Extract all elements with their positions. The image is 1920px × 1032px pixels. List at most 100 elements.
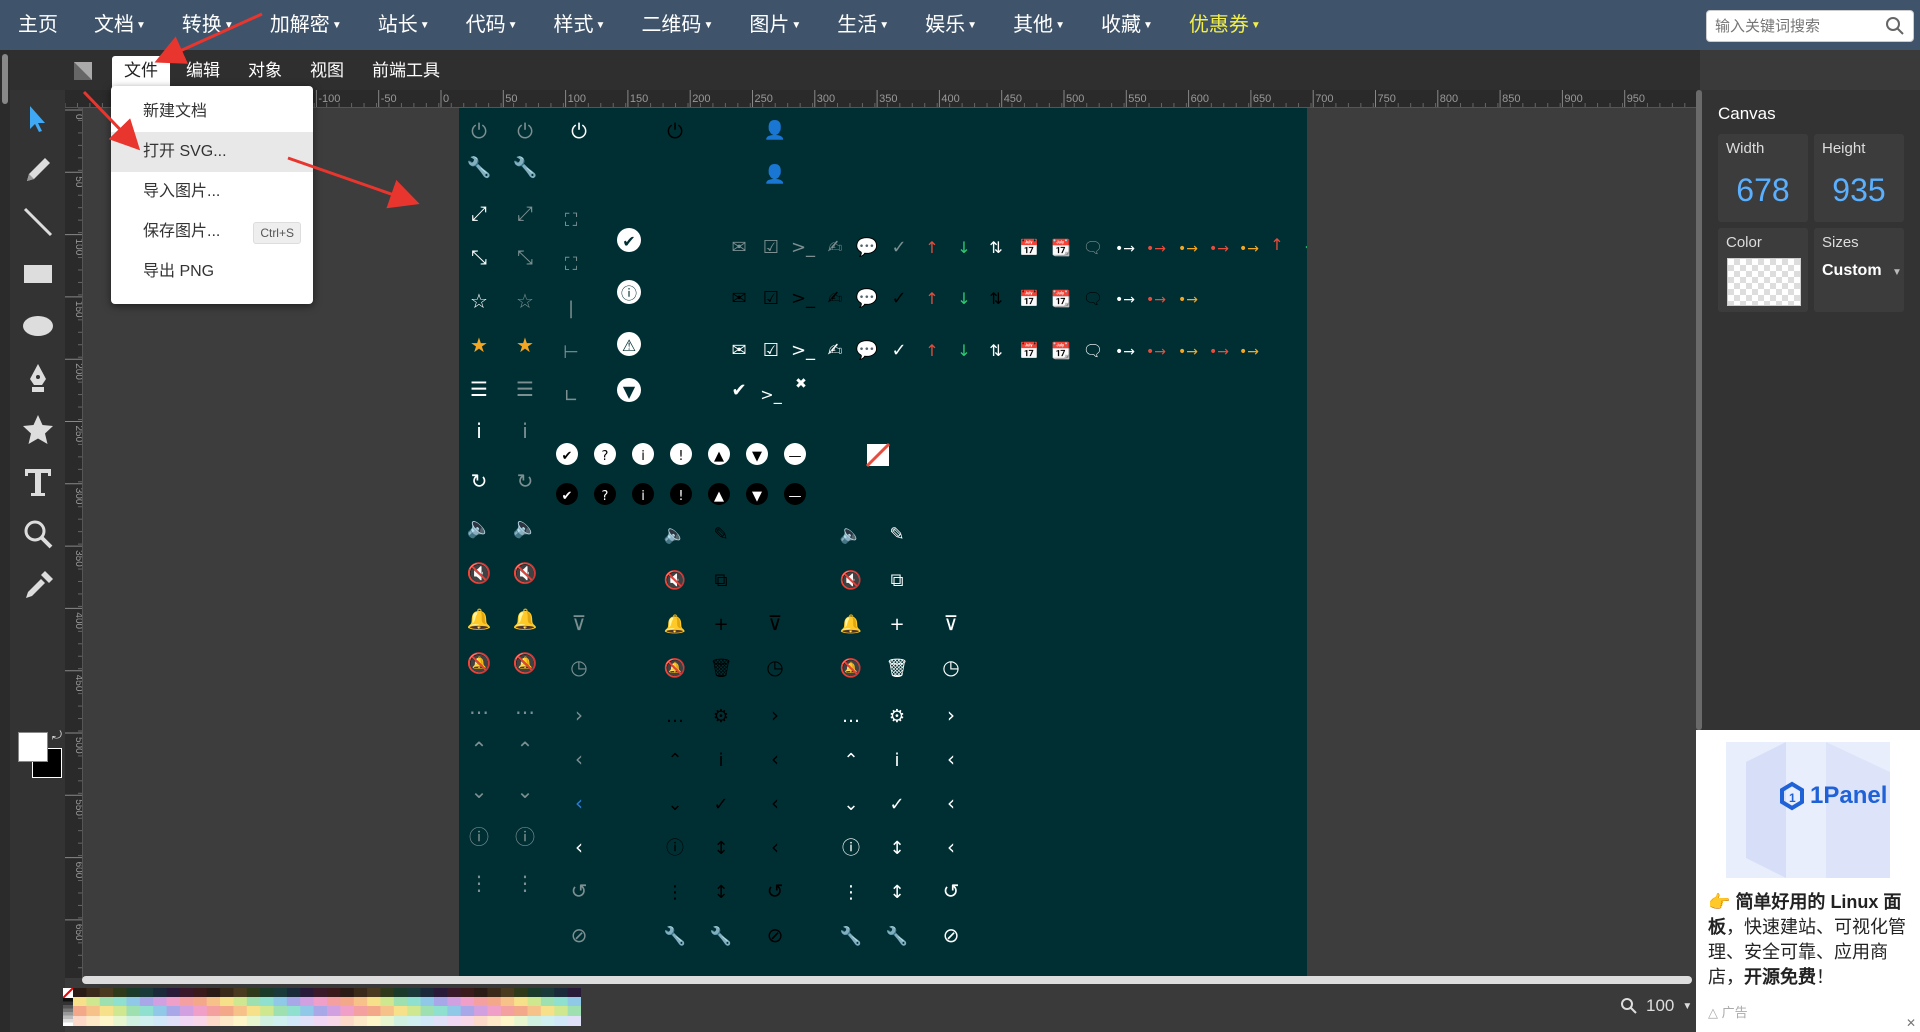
menu-0[interactable]: 文件 — [112, 56, 170, 90]
palette-swatch[interactable] — [554, 988, 569, 997]
palette-swatch[interactable] — [113, 997, 127, 1006]
palette-swatch[interactable] — [313, 1016, 328, 1026]
line-tool-icon[interactable] — [14, 198, 62, 246]
palette-swatch[interactable] — [353, 997, 368, 1006]
palette-swatch[interactable] — [260, 1006, 275, 1016]
palette-swatch[interactable] — [86, 997, 101, 1006]
palette-swatch[interactable] — [393, 988, 408, 997]
palette-swatch[interactable] — [447, 997, 462, 1006]
palette-swatch[interactable] — [220, 997, 234, 1006]
work-area[interactable]: ⏻ ⏻ 🔧 🔧 ⤢ ⤢ ⤡ ⤡ ☆ ☆ ★ ★ ☰ ☰ i i ↻ ↻ 🔈 🔈 🔇 🔇 🔔 🔔 🔕 🔕 … … ⌃ ⌃ ⌄ ⌄ ⓘ ⓘ ⋮ ⋮ ⏻ ⛶ ⛶ |… — [83, 108, 1700, 978]
palette-swatch[interactable] — [393, 1006, 408, 1016]
palette-swatch[interactable] — [179, 988, 194, 997]
page-scrollbar-thumb[interactable] — [2, 54, 8, 104]
nav-item-10[interactable]: 娱乐 ▼ — [907, 0, 995, 50]
palette-swatch[interactable] — [63, 1015, 73, 1020]
palette-swatch[interactable] — [233, 988, 248, 997]
palette-swatch[interactable] — [487, 988, 502, 997]
nav-item-0[interactable]: 主页 — [0, 0, 76, 50]
palette-swatch[interactable] — [327, 997, 341, 1006]
pencil-tool-icon[interactable] — [14, 146, 62, 194]
svg-canvas[interactable]: ⏻ ⏻ 🔧 🔧 ⤢ ⤢ ⤡ ⤡ ☆ ☆ ★ ★ ☰ ☰ i i ↻ ↻ 🔈 🔈 🔇 🔇 🔔 🔔 🔕 🔕 … … ⌃ ⌃ ⌄ ⌄ ⓘ ⓘ ⋮ ⋮ ⏻ ⛶ ⛶ |… — [459, 108, 1316, 978]
palette-swatch[interactable] — [260, 988, 275, 997]
palette-swatch[interactable] — [63, 1022, 73, 1027]
palette-swatch[interactable] — [327, 988, 341, 997]
search-input[interactable] — [1707, 11, 1877, 41]
palette-swatch[interactable] — [567, 1016, 582, 1026]
palette-swatch[interactable] — [367, 1006, 381, 1016]
palette-swatch[interactable] — [447, 988, 462, 997]
palette-swatch[interactable] — [206, 1016, 221, 1026]
palette-swatch[interactable] — [300, 1016, 315, 1026]
palette-swatch[interactable] — [433, 1006, 448, 1016]
select-tool-icon[interactable] — [14, 94, 62, 142]
palette-swatch[interactable] — [99, 997, 114, 1006]
palette-swatch[interactable] — [99, 1016, 114, 1026]
palette-swatch[interactable] — [126, 988, 141, 997]
palette-swatch[interactable] — [113, 988, 127, 997]
nav-item-2[interactable]: 转换 ▼ — [164, 0, 252, 50]
color-palette[interactable] — [62, 987, 582, 1027]
palette-swatch[interactable] — [153, 1016, 168, 1026]
palette-swatch[interactable] — [63, 1001, 73, 1006]
palette-swatch[interactable] — [300, 988, 315, 997]
palette-swatch[interactable] — [393, 997, 408, 1006]
palette-swatch[interactable] — [206, 997, 221, 1006]
palette-swatch[interactable] — [313, 1006, 328, 1016]
palette-swatch[interactable] — [179, 1016, 194, 1026]
palette-swatch[interactable] — [246, 997, 261, 1006]
palette-swatch[interactable] — [220, 988, 234, 997]
file-menu-item-0[interactable]: 新建文档 — [111, 92, 313, 132]
palette-swatch[interactable] — [433, 997, 448, 1006]
palette-swatch[interactable] — [420, 988, 435, 997]
nav-item-4[interactable]: 站长 ▼ — [360, 0, 448, 50]
palette-swatch[interactable] — [353, 988, 368, 997]
palette-swatch[interactable] — [246, 988, 261, 997]
ad-close-icon[interactable]: ✕ — [1906, 1016, 1916, 1030]
palette-swatch[interactable] — [340, 1006, 355, 1016]
palette-swatch[interactable] — [367, 988, 381, 997]
nav-item-13[interactable]: 优惠券 ▼ — [1171, 0, 1279, 50]
palette-swatch[interactable] — [300, 997, 315, 1006]
palette-swatch[interactable] — [460, 997, 475, 1006]
menu-2[interactable]: 对象 — [236, 56, 294, 90]
palette-swatch[interactable] — [487, 1016, 502, 1026]
palette-swatch[interactable] — [179, 997, 194, 1006]
palette-swatch[interactable] — [474, 988, 488, 997]
page-scrollbar[interactable] — [0, 50, 10, 1032]
file-menu-item-1[interactable]: 打开 SVG... — [111, 132, 313, 172]
palette-swatch[interactable] — [220, 1016, 234, 1026]
palette-swatch[interactable] — [474, 997, 488, 1006]
palette-swatch[interactable] — [474, 1016, 488, 1026]
rectangle-tool-icon[interactable] — [14, 250, 62, 298]
palette-swatch[interactable] — [73, 988, 87, 997]
palette-swatch[interactable] — [260, 1016, 275, 1026]
palette-swatch[interactable] — [63, 998, 73, 1002]
palette-swatch[interactable] — [99, 1006, 114, 1016]
palette-swatch[interactable] — [166, 1006, 181, 1016]
palette-swatch[interactable] — [286, 988, 301, 997]
nav-item-8[interactable]: 图片 ▼ — [731, 0, 819, 50]
canvas-color-swatch[interactable] — [1727, 258, 1801, 306]
palette-swatch[interactable] — [380, 1006, 395, 1016]
zoom-control[interactable]: 100 ▼ — [1620, 992, 1692, 1020]
palette-swatch[interactable] — [233, 997, 248, 1006]
palette-swatch[interactable] — [407, 988, 422, 997]
palette-swatch[interactable] — [460, 1016, 475, 1026]
canvas-height-field[interactable]: Height 935 — [1814, 134, 1904, 222]
palette-swatch[interactable] — [193, 997, 208, 1006]
palette-swatch[interactable] — [514, 988, 529, 997]
search-icon[interactable] — [1885, 16, 1905, 36]
palette-swatch[interactable] — [327, 1016, 341, 1026]
palette-swatch[interactable] — [73, 997, 87, 1006]
palette-swatch[interactable] — [420, 1006, 435, 1016]
palette-swatch[interactable] — [166, 988, 181, 997]
ad-banner[interactable]: 1 1Panel — [1726, 742, 1890, 878]
file-menu-item-4[interactable]: 导出 PNG — [111, 252, 313, 292]
palette-swatch[interactable] — [63, 1005, 73, 1009]
palette-swatch[interactable] — [206, 988, 221, 997]
palette-swatch[interactable] — [139, 997, 154, 1006]
palette-swatch[interactable] — [153, 997, 168, 1006]
width-value[interactable]: 678 — [1718, 172, 1808, 209]
nav-item-7[interactable]: 二维码 ▼ — [623, 0, 731, 50]
